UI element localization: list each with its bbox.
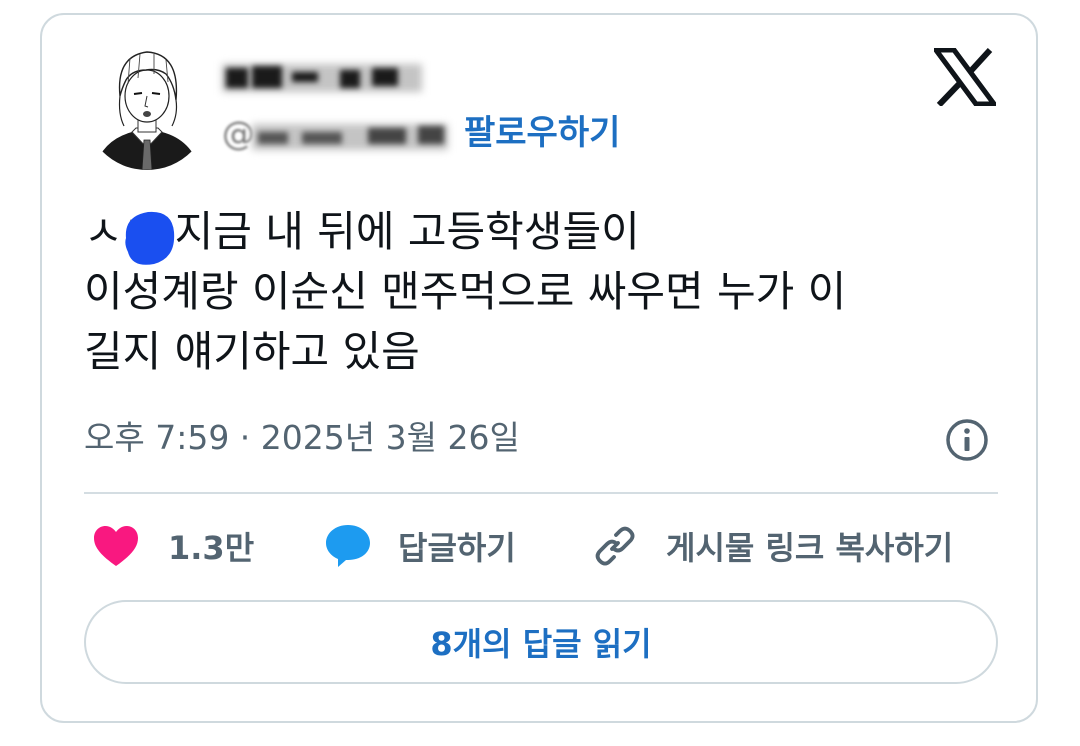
copy-link-button[interactable]: 게시물 링크 복사하기	[592, 520, 953, 572]
reply-button[interactable]: 답글하기	[324, 520, 516, 572]
copy-link-label: 게시물 링크 복사하기	[666, 529, 954, 567]
avatar[interactable]	[84, 44, 210, 170]
tweet-line: 길지 얘기하고 있음	[84, 327, 420, 376]
tweet-line: ㅅㅂ 지금 내 뒤에 고등학생들이	[84, 207, 640, 256]
link-icon	[595, 526, 635, 566]
handle-obscured[interactable]: @	[222, 112, 452, 158]
avatar-illustration	[84, 44, 210, 170]
x-logo-icon[interactable]	[931, 47, 999, 108]
info-icon[interactable]	[944, 417, 990, 463]
tweet-timestamp[interactable]: 오후 7:59 · 2025년 3월 26일	[84, 414, 520, 462]
like-count: 1.3만	[168, 529, 255, 567]
divider	[84, 492, 998, 494]
speech-bubble-icon	[326, 525, 370, 567]
handle-at-sign: @	[222, 114, 255, 153]
tweet-body: ㅅㅂ 지금 내 뒤에 고등학생들이 이성계랑 이순신 맨주먹으로 싸우면 누가 …	[84, 202, 1014, 382]
display-name-obscured	[222, 58, 432, 98]
tweet-line: 이성계랑 이순신 맨주먹으로 싸우면 누가 이	[84, 267, 847, 316]
like-button[interactable]: 1.3만	[92, 520, 254, 572]
read-replies-label: 8개의 답글 읽기	[430, 625, 652, 663]
censor-scribble	[120, 208, 178, 268]
reply-label: 답글하기	[398, 529, 516, 567]
heart-icon	[94, 526, 138, 566]
follow-button[interactable]: 팔로우하기	[464, 110, 620, 156]
read-replies-button[interactable]: 8개의 답글 읽기	[84, 600, 998, 684]
